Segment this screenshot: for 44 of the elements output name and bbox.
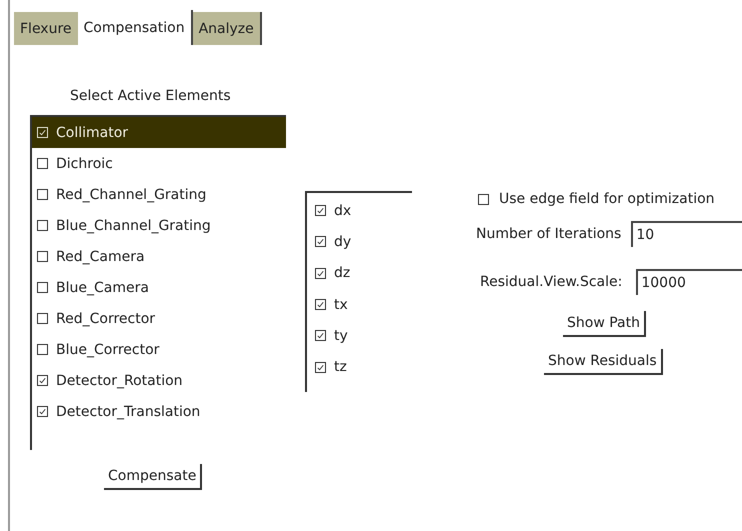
compensate-button[interactable]: Compensate: [104, 464, 202, 490]
checkbox-label[interactable]: dx: [334, 202, 352, 219]
list-item[interactable]: Red_Camera: [32, 241, 286, 272]
tab[interactable]: Analyze: [192, 12, 262, 45]
tab[interactable]: Flexure: [14, 12, 78, 45]
checkbox[interactable]: [37, 375, 48, 386]
list-item[interactable]: Detector_Translation: [32, 396, 286, 427]
section-title: Select Active Elements: [70, 88, 231, 104]
show-residuals-button[interactable]: Show Residuals: [544, 349, 663, 375]
list-item[interactable]: Dichroic: [32, 148, 286, 179]
list-item[interactable]: Red_Channel_Grating: [32, 179, 286, 210]
list-item[interactable]: Blue_Corrector: [32, 334, 286, 365]
checkbox[interactable]: [37, 189, 48, 200]
checkbox[interactable]: [478, 194, 489, 204]
checkbox-label[interactable]: ty: [334, 328, 348, 344]
list-item[interactable]: Blue_Channel_Grating: [32, 210, 286, 241]
checkbox-label[interactable]: tx: [334, 296, 348, 313]
checkbox[interactable]: [37, 158, 48, 169]
checkbox-label[interactable]: dy: [334, 234, 352, 250]
field-label: Residual.View.Scale:: [480, 274, 622, 290]
tab[interactable]: Compensation: [78, 10, 193, 45]
list-item[interactable]: Red_Corrector: [32, 303, 286, 334]
checkbox[interactable]: [37, 220, 48, 231]
field-label: Number of Iterations: [476, 226, 622, 242]
list-item[interactable]: Detector_Rotation: [32, 365, 286, 396]
checkbox[interactable]: [37, 344, 48, 355]
list-item[interactable]: Collimator: [32, 117, 286, 148]
checkbox-label[interactable]: dz: [334, 265, 350, 282]
list-item[interactable]: Blue_Camera: [32, 272, 286, 303]
checkbox[interactable]: [315, 268, 326, 279]
checkbox[interactable]: [315, 362, 326, 373]
checkbox[interactable]: [315, 330, 326, 342]
checkbox[interactable]: [315, 205, 326, 216]
checkbox[interactable]: [37, 282, 48, 293]
show-path-button[interactable]: Show Path: [563, 311, 646, 337]
checkbox[interactable]: [37, 406, 48, 417]
checkbox[interactable]: [37, 313, 48, 324]
input-field[interactable]: 10: [631, 221, 742, 247]
checkbox-label[interactable]: tz: [334, 359, 347, 376]
checkbox-label[interactable]: Use edge field for optimization: [499, 191, 715, 207]
checkbox[interactable]: [315, 236, 326, 248]
checkbox[interactable]: [315, 299, 326, 310]
input-field[interactable]: 10000: [636, 269, 742, 295]
checkbox[interactable]: [37, 251, 48, 262]
